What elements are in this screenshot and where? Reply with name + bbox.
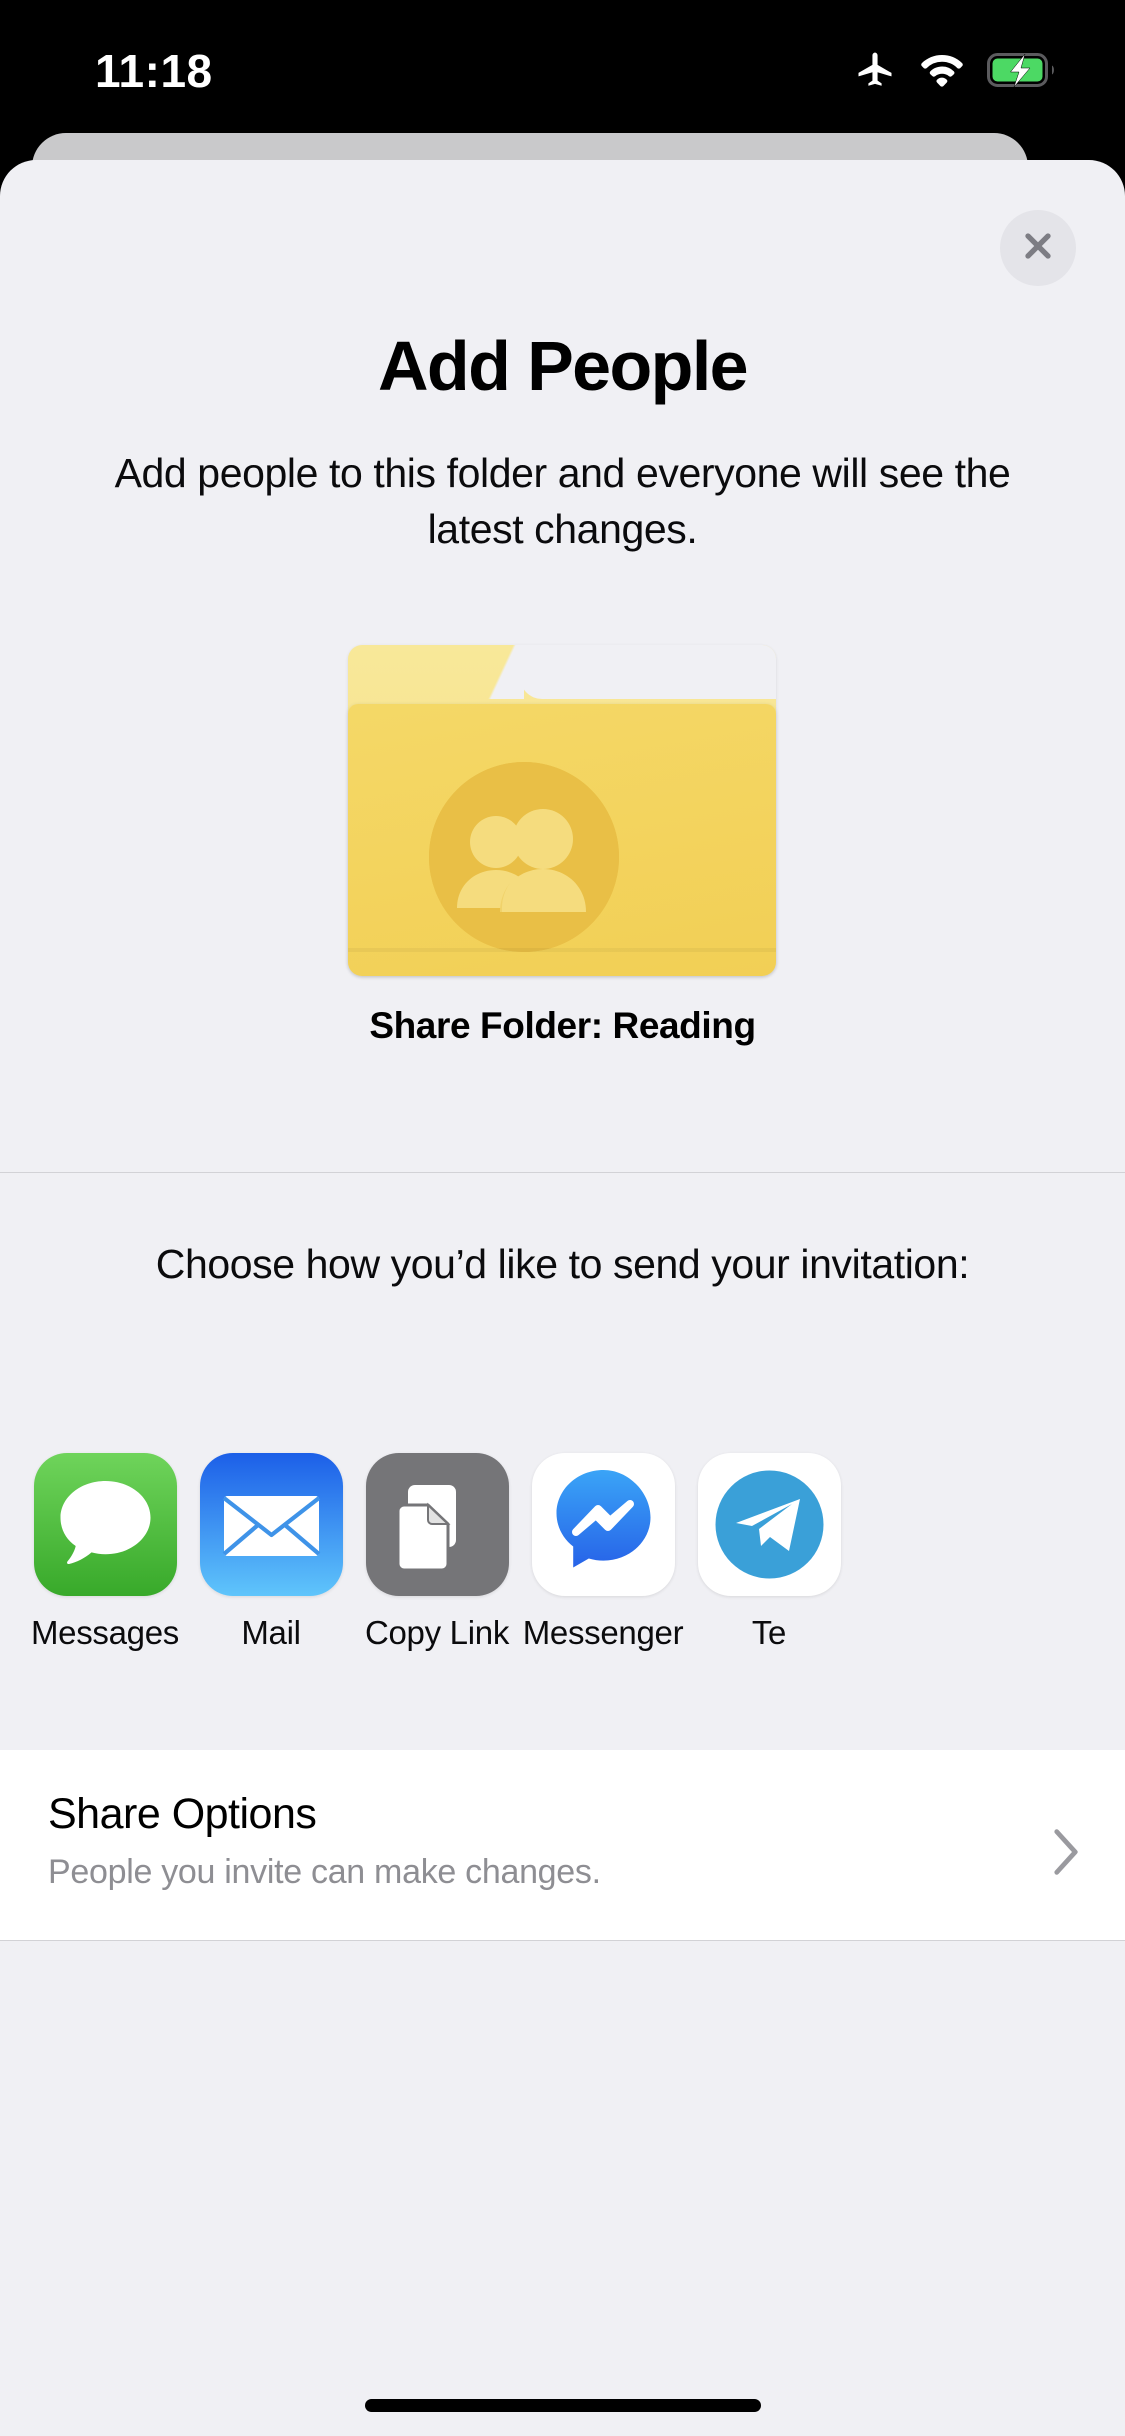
wifi-icon (919, 48, 965, 97)
share-target-label: Messenger (522, 1614, 684, 1651)
section-divider (0, 1940, 1125, 1941)
share-options-subtitle: People you invite can make changes. (48, 1853, 601, 1891)
folder-tab-notch (480, 645, 776, 699)
copy-link-icon (365, 1453, 509, 1596)
add-people-sheet: Add People Add people to this folder and… (0, 160, 1125, 2436)
share-app-row[interactable]: Messages Mail Copy Link Messenger Te (22, 1453, 1125, 1653)
share-target-label: Copy Link (364, 1614, 510, 1651)
airplane-mode-icon (853, 48, 897, 97)
folder-body (348, 704, 776, 976)
battery-charging-icon (987, 50, 1057, 95)
share-target-label: Te (751, 1614, 787, 1651)
share-prompt: Choose how you’d like to send your invit… (155, 1241, 970, 1287)
close-icon (1018, 226, 1058, 271)
home-indicator[interactable] (364, 2399, 761, 2412)
share-options-row[interactable]: Share Options People you invite can make… (0, 1750, 1125, 1940)
share-options-title: Share Options (48, 1790, 317, 1838)
telegram-icon (697, 1453, 841, 1596)
page-subtitle: Add people to this folder and everyone w… (114, 450, 1011, 552)
people-icon (429, 762, 619, 952)
messenger-icon (531, 1453, 675, 1596)
status-bar-icons (853, 48, 1057, 97)
folder-caption: Share Folder: Reading (369, 1005, 756, 1046)
share-target-messages[interactable]: Messages (22, 1453, 188, 1652)
section-divider (0, 1172, 1125, 1173)
share-target-label: Messages (30, 1614, 179, 1651)
chevron-right-icon (1051, 1828, 1081, 1881)
page-title: Add People (377, 327, 749, 405)
share-target-messenger[interactable]: Messenger (520, 1453, 686, 1652)
share-target-label: Mail (241, 1614, 301, 1651)
status-bar: 11:18 (0, 0, 1125, 133)
share-target-copy-link[interactable]: Copy Link (354, 1453, 520, 1652)
mail-icon (199, 1453, 343, 1596)
folder-lip (348, 948, 776, 952)
messages-icon (33, 1453, 177, 1596)
status-bar-time: 11:18 (95, 45, 213, 97)
share-target-telegram[interactable]: Te (686, 1453, 852, 1652)
shared-folder-icon (348, 645, 776, 976)
share-target-mail[interactable]: Mail (188, 1453, 354, 1652)
close-button[interactable] (1000, 210, 1076, 286)
